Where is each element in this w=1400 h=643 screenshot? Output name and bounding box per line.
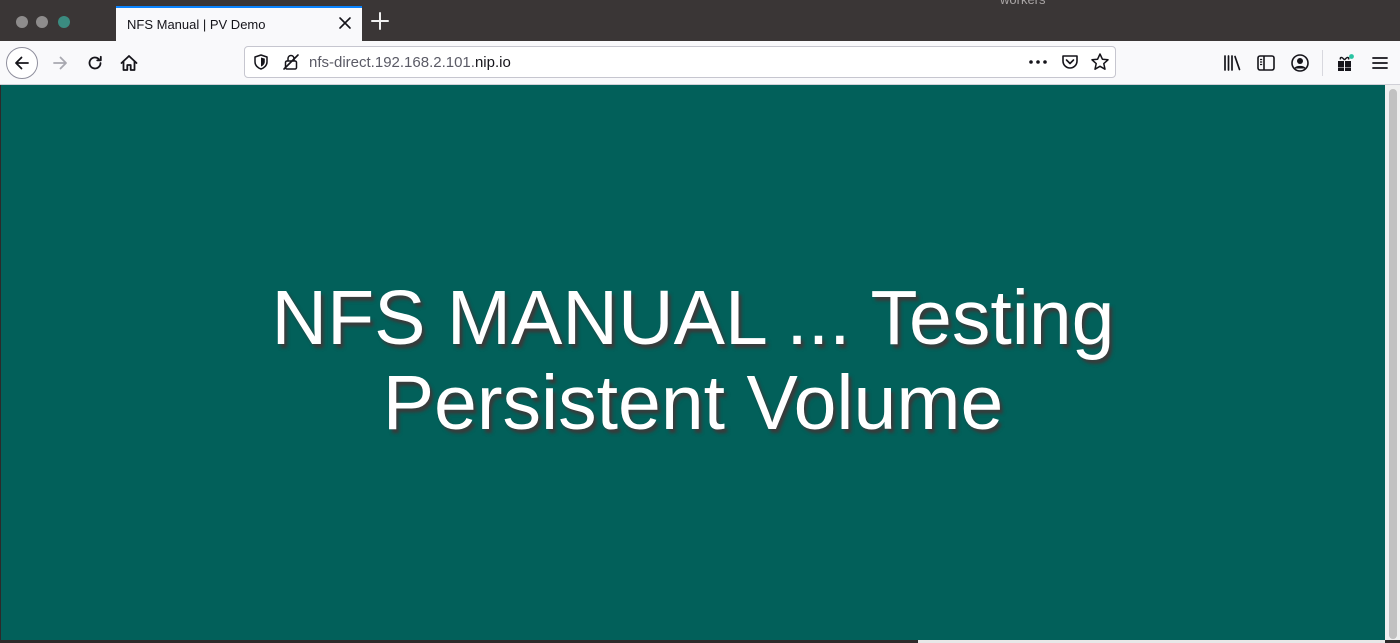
tracking-shield-icon[interactable] — [252, 53, 270, 71]
navigation-toolbar: nfs-direct.192.168.2.101.nip.io — [0, 41, 1400, 85]
partial-bookmark-text: workers — [1000, 0, 1046, 7]
page-headline: NFS MANUAL ... Testing Persistent Volume — [271, 274, 1115, 446]
back-button[interactable] — [6, 47, 38, 79]
insecure-lock-icon[interactable] — [282, 53, 300, 71]
extensions-icon[interactable] — [1334, 52, 1356, 74]
page-content: NFS MANUAL ... Testing Persistent Volume — [1, 85, 1385, 640]
url-host: nip.io — [474, 54, 511, 71]
window-minimize-control[interactable] — [36, 16, 48, 28]
vertical-scrollbar[interactable] — [1385, 85, 1400, 643]
forward-button[interactable] — [46, 49, 74, 77]
account-icon[interactable] — [1289, 52, 1311, 74]
sidebar-icon[interactable] — [1255, 52, 1277, 74]
tab-title: NFS Manual | PV Demo — [127, 17, 266, 32]
reload-button[interactable] — [81, 49, 109, 77]
tab-strip: workers NFS Manual | PV Demo — [0, 0, 1400, 41]
url-text[interactable]: nfs-direct.192.168.2.101.nip.io — [309, 54, 511, 71]
home-button[interactable] — [115, 49, 143, 77]
url-bar[interactable]: nfs-direct.192.168.2.101.nip.io — [244, 46, 1116, 78]
scrollbar-thumb[interactable] — [1389, 89, 1397, 639]
toolbar-separator — [1322, 50, 1323, 76]
back-arrow-icon — [13, 54, 31, 72]
pocket-icon[interactable] — [1060, 52, 1080, 72]
browser-window: workers NFS Manual | PV Demo — [0, 0, 1400, 643]
home-icon — [119, 53, 139, 73]
tab-active[interactable]: NFS Manual | PV Demo — [116, 6, 362, 41]
forward-arrow-icon — [51, 54, 69, 72]
reload-icon — [86, 54, 104, 72]
bookmark-star-icon[interactable] — [1090, 52, 1110, 72]
close-icon[interactable] — [336, 14, 354, 32]
url-prefix: nfs-direct.192.168.2.101. — [309, 54, 475, 71]
more-actions-icon[interactable] — [1027, 53, 1049, 71]
hamburger-menu-icon[interactable] — [1369, 52, 1391, 74]
window-zoom-control[interactable] — [58, 16, 70, 28]
library-icon[interactable] — [1221, 52, 1243, 74]
new-tab-plus-icon[interactable] — [370, 11, 390, 31]
window-close-control[interactable] — [16, 16, 28, 28]
